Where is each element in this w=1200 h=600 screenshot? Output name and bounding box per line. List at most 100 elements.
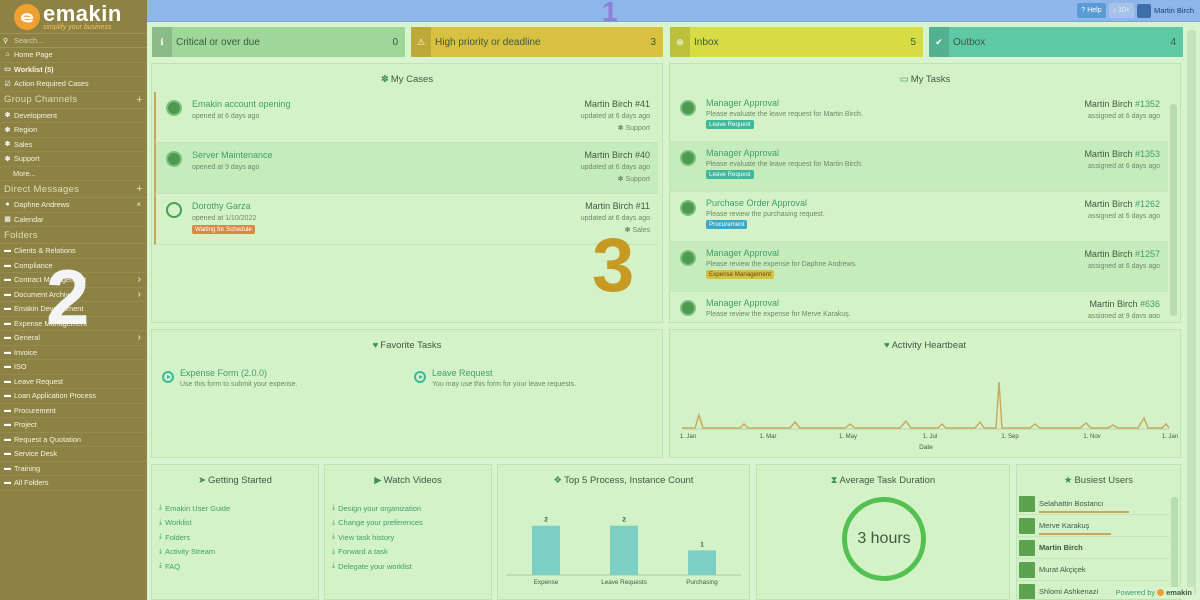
case-updated: updated at 6 days ago (580, 113, 650, 120)
task-number[interactable]: #1352 (1135, 99, 1160, 109)
task-item[interactable]: Manager Approval Please evaluate the lea… (670, 92, 1168, 142)
chart-bar[interactable] (688, 550, 716, 575)
link-item[interactable]: ⤓ Forward a task (332, 545, 491, 560)
task-number[interactable]: #636 (1140, 299, 1160, 309)
status-card-critical[interactable]: ℹ Critical or over due 0 (152, 27, 405, 57)
activity-heartbeat-panel: ♥ Activity Heartbeat 1. Jan 1. Mar 1. May 1.… (669, 329, 1181, 458)
panel-title: ♥ Activity Heartbeat (670, 330, 1180, 358)
chevron-right-icon[interactable]: › (138, 289, 141, 300)
status-label: Inbox (694, 36, 719, 48)
status-count: 4 (1170, 36, 1176, 48)
status-card-high-priority[interactable]: ⚠ High priority or deadline 3 (411, 27, 663, 57)
folder-label: Procurement (14, 405, 56, 415)
status-card-inbox[interactable]: ⊕ Inbox 5 (670, 27, 923, 57)
powered-brand: emakin (1166, 588, 1192, 597)
folder-item[interactable]: ▬ Request a Quotation (0, 433, 147, 447)
folder-label: ISO (14, 362, 27, 372)
case-number[interactable]: #11 (636, 201, 650, 211)
notifications-button[interactable]: ♪ 10+ (1108, 3, 1134, 18)
folder-item[interactable]: ▬ Procurement (0, 404, 147, 418)
help-button[interactable]: ? Help (1077, 3, 1106, 18)
user-item[interactable]: Murat Akçiçek (1017, 559, 1169, 581)
channel-item[interactable]: ✽ Region (0, 123, 147, 138)
user-item[interactable]: Merve Karakuş (1017, 515, 1169, 537)
dm-item[interactable]: ● Daphne Andrews × (0, 198, 147, 213)
task-number[interactable]: #1257 (1135, 249, 1160, 259)
folder-icon: ▬ (4, 435, 11, 443)
chevron-right-icon[interactable]: › (138, 274, 141, 285)
link-label: Worklist (165, 518, 192, 528)
folder-icon: ▬ (4, 421, 11, 429)
section-title: Direct Messages (4, 183, 80, 195)
category-label: Leave Requests (601, 579, 647, 586)
folder-item[interactable]: ▬ Leave Request (0, 375, 147, 389)
case-item[interactable]: Server Maintenance opened at 9 days ago … (154, 143, 658, 194)
task-item[interactable]: Manager Approval Please review the expen… (670, 242, 1168, 292)
tasks-scrollbar[interactable] (1170, 104, 1177, 316)
folder-icon: ▬ (4, 377, 11, 385)
sidebar-item-worklist[interactable]: ▭ Worklist (5) (0, 63, 147, 77)
sidebar-item-action-required[interactable]: ☑ Action Required Cases (0, 77, 147, 92)
sidebar-item-home[interactable]: ⌂ Home Page (0, 48, 147, 63)
search-input[interactable] (14, 36, 134, 45)
sidebar-item-calendar[interactable]: ▦ Calendar (0, 213, 147, 227)
more-channels-link[interactable]: More... (0, 167, 147, 181)
task-item[interactable]: Purchase Order Approval Please review th… (670, 192, 1168, 242)
channel-item[interactable]: ✽ Development (0, 109, 147, 123)
rocket-icon: ➤ (198, 475, 207, 486)
link-item[interactable]: ⤓ Change your preferences (332, 516, 491, 531)
task-owner: Martin Birch (1084, 249, 1133, 259)
folder-item[interactable]: ▬ All Folders (0, 476, 147, 491)
task-item[interactable]: Manager Approval Please review the expen… (670, 292, 1168, 318)
folder-item[interactable]: ▬ Loan Application Process (0, 389, 147, 404)
folder-item[interactable]: ▬ Training (0, 462, 147, 476)
task-item[interactable]: Manager Approval Please evaluate the lea… (670, 142, 1168, 192)
task-badge: Leave Request (706, 120, 754, 129)
chart-bar[interactable] (610, 525, 638, 575)
heartbeat-chart: 1. Jan 1. Mar 1. May 1. Jul 1. Sep 1. Nov 1. J… (680, 381, 1178, 451)
logo[interactable]: emakin simplify your business (0, 0, 147, 34)
case-item[interactable]: Dorothy Garza opened at 1/10/2022 Waitin… (154, 194, 658, 245)
user-menu[interactable]: Martin Birch (1136, 3, 1194, 18)
link-item[interactable]: ⤓ Delegate your worklist (332, 559, 491, 574)
users-scrollbar[interactable] (1171, 497, 1178, 593)
channel-label: Development (14, 110, 57, 120)
status-badge: Waiting for Schedule (192, 225, 255, 234)
page-scrollbar[interactable] (1187, 30, 1196, 595)
chart-bar[interactable] (532, 525, 560, 575)
task-number[interactable]: #1353 (1135, 149, 1160, 159)
favorite-item[interactable]: Expense Form (2.0.0) Use this form to su… (162, 368, 298, 388)
case-number[interactable]: #41 (635, 99, 650, 109)
panel-title-label: Activity Heartbeat (891, 340, 967, 351)
folder-item[interactable]: ▬ Invoice (0, 346, 147, 360)
user-item[interactable]: Selahattin Bostancı (1017, 493, 1169, 515)
folder-item[interactable]: ▬ Project (0, 418, 147, 433)
link-item[interactable]: ⤓ Activity Stream (159, 545, 318, 560)
close-icon[interactable]: × (136, 200, 141, 209)
channel-item[interactable]: ✽ Support (0, 152, 147, 167)
add-channel-icon[interactable]: + (136, 94, 143, 106)
link-item[interactable]: ⤓ Design your organization (332, 501, 491, 516)
status-card-outbox[interactable]: ✔ Outbox 4 (929, 27, 1183, 57)
folder-item[interactable]: ▬ ISO (0, 360, 147, 375)
link-item[interactable]: ⤓ Emakin User Guide (159, 501, 318, 516)
add-message-icon[interactable]: + (136, 183, 143, 195)
axis-tick: 1. Sep (1001, 434, 1019, 440)
link-item[interactable]: ⤓ Worklist (159, 516, 318, 531)
link-item[interactable]: ⤓ View task history (332, 530, 491, 545)
task-number[interactable]: #1262 (1135, 199, 1160, 209)
download-icon: ⤓ (332, 547, 336, 555)
user-item[interactable]: Martin Birch (1017, 537, 1169, 559)
chevron-right-icon[interactable]: › (138, 332, 141, 343)
status-label: High priority or deadline (435, 36, 541, 48)
link-label: Activity Stream (165, 547, 216, 557)
user-name: Murat Akçiçek (1039, 565, 1086, 574)
link-item[interactable]: ⤓ FAQ (159, 559, 318, 574)
folder-icon: ▬ (4, 247, 11, 255)
folder-item[interactable]: ▬ Service Desk (0, 447, 147, 462)
channel-item[interactable]: ✽ Sales (0, 138, 147, 152)
favorite-item[interactable]: Leave Request You may use this form for … (414, 368, 576, 388)
link-item[interactable]: ⤓ Folders (159, 530, 318, 545)
case-number[interactable]: #40 (635, 150, 650, 160)
case-item[interactable]: Emakin account opening opened at 6 days … (154, 92, 658, 143)
